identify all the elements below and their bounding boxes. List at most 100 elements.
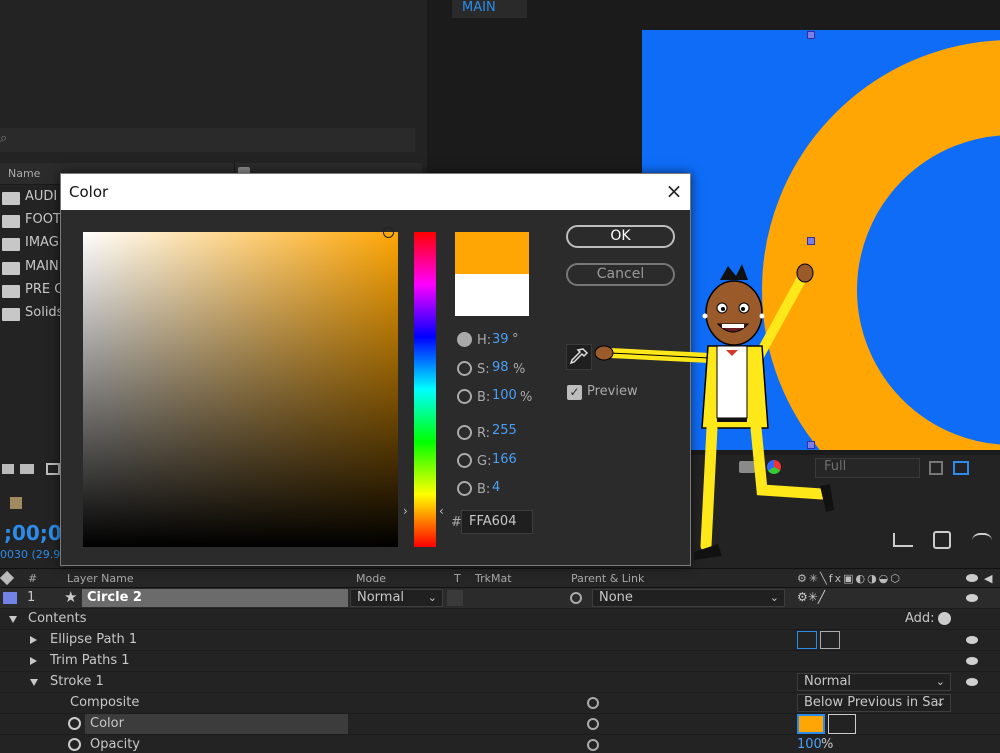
- visibility-eye-icon[interactable]: [966, 678, 978, 686]
- chevron-down-icon: ⌄: [427, 591, 437, 604]
- pick-whip-icon[interactable]: [587, 697, 599, 709]
- green-radio[interactable]: [457, 453, 472, 468]
- folder-icon: [2, 215, 20, 228]
- expand-triangle-icon[interactable]: [30, 679, 38, 686]
- opacity-value[interactable]: 100: [797, 737, 822, 752]
- folder-icon: [2, 192, 20, 205]
- eyedropper-button[interactable]: [566, 344, 592, 370]
- label-column-icon: [0, 570, 15, 586]
- stroke-label: Stroke 1: [50, 674, 104, 689]
- red-radio[interactable]: [457, 425, 472, 440]
- video-visibility-icon: [966, 574, 978, 582]
- brightness-label: B:: [477, 390, 491, 405]
- blue-radio[interactable]: [457, 481, 472, 496]
- trim-paths-row[interactable]: Trim Paths 1: [0, 651, 1000, 672]
- bounding-handle-top[interactable]: [807, 31, 815, 39]
- saturation-value[interactable]: 98: [492, 360, 509, 375]
- ellipse-path-label: Ellipse Path 1: [50, 632, 138, 647]
- layer-visibility-eye-icon[interactable]: [966, 594, 978, 602]
- color-property-row[interactable]: Color: [0, 714, 1000, 735]
- hue-slider-arrow-left-icon[interactable]: ›: [403, 504, 408, 518]
- collapsed-triangle-icon[interactable]: [30, 657, 37, 665]
- stopwatch-icon[interactable]: [68, 717, 81, 730]
- hue-label: H:: [477, 333, 492, 348]
- composite-row[interactable]: Composite Below Previous in Sar ⌄: [0, 693, 1000, 714]
- label-color-swatch[interactable]: [3, 592, 17, 604]
- new-folder-icon[interactable]: [20, 464, 34, 474]
- hex-color-input[interactable]: FFA604: [461, 510, 533, 534]
- layer-name-column-header[interactable]: Layer Name: [67, 572, 134, 585]
- region-of-interest-icon[interactable]: [929, 461, 943, 475]
- expand-triangle-icon[interactable]: [9, 616, 17, 623]
- path-direction-icon[interactable]: [797, 631, 817, 649]
- add-menu-icon[interactable]: [938, 612, 951, 625]
- ellipse-path-row[interactable]: Ellipse Path 1: [0, 630, 1000, 651]
- project-item-images[interactable]: IMAG: [0, 233, 60, 255]
- hue-slider-arrow-right-icon[interactable]: ‹: [439, 504, 444, 518]
- color-field-cursor[interactable]: [383, 227, 394, 238]
- interpret-footage-icon[interactable]: [2, 464, 14, 474]
- blue-label: B:: [477, 482, 491, 497]
- layer-switches-icons[interactable]: ⚙✳╱: [797, 590, 825, 604]
- composite-dropdown[interactable]: Below Previous in Sar ⌄: [797, 694, 951, 712]
- blend-mode-dropdown[interactable]: Normal ⌄: [350, 589, 443, 607]
- visibility-eye-icon[interactable]: [966, 657, 978, 665]
- toggle-switches-icon[interactable]: [893, 533, 913, 547]
- hue-value[interactable]: 39: [492, 332, 509, 347]
- layer-name: Circle 2: [87, 590, 142, 605]
- project-item-solids[interactable]: Solids: [0, 303, 63, 325]
- pick-whip-icon[interactable]: [570, 592, 582, 604]
- hue-slider[interactable]: [414, 232, 436, 547]
- color-eyedropper-icon[interactable]: [828, 714, 856, 734]
- trkmat-dropdown[interactable]: [447, 590, 463, 606]
- bounding-handle-middle[interactable]: [807, 237, 815, 245]
- stroke-row[interactable]: Stroke 1 Normal ⌄: [0, 672, 1000, 693]
- name-column-header[interactable]: Name: [8, 167, 40, 180]
- viewer-tab-main[interactable]: MAIN: [452, 0, 527, 18]
- stopwatch-icon[interactable]: [68, 738, 81, 751]
- eyedropper-icon: [569, 348, 589, 365]
- brightness-unit: %: [520, 390, 533, 405]
- red-label: R:: [477, 426, 491, 441]
- search-icon: ⌕: [0, 131, 8, 146]
- pick-whip-icon[interactable]: [587, 718, 599, 730]
- saturation-brightness-field[interactable]: [83, 232, 398, 547]
- opacity-property-row[interactable]: Opacity 100 %: [0, 735, 1000, 753]
- new-composition-icon[interactable]: [46, 463, 60, 475]
- project-item-precomps[interactable]: PRE C: [0, 280, 63, 302]
- hue-radio[interactable]: [457, 332, 472, 347]
- project-item-audio[interactable]: AUDI: [0, 187, 60, 209]
- motion-blur-icon[interactable]: [933, 531, 951, 549]
- parent-dropdown[interactable]: None ⌄: [592, 589, 785, 607]
- t-column-header: T: [454, 572, 461, 585]
- shape-layer-star-icon: ★: [64, 588, 78, 606]
- ok-button[interactable]: OK: [566, 225, 675, 248]
- brightness-radio[interactable]: [457, 389, 472, 404]
- project-item-footage[interactable]: FOOT: [0, 210, 61, 232]
- dialog-titlebar[interactable]: Color ×: [61, 174, 690, 210]
- green-value[interactable]: 166: [492, 452, 517, 467]
- saturation-radio[interactable]: [457, 361, 472, 376]
- contents-label: Contents: [28, 611, 87, 626]
- stroke-blend-mode-dropdown[interactable]: Normal ⌄: [797, 673, 951, 691]
- graph-editor-icon[interactable]: [972, 533, 992, 547]
- reverse-path-icon[interactable]: [820, 631, 840, 649]
- blue-value[interactable]: 4: [492, 480, 500, 495]
- saturation-label: S:: [477, 362, 490, 377]
- project-item-main[interactable]: MAIN: [0, 257, 60, 279]
- transparency-grid-icon[interactable]: [953, 461, 969, 475]
- close-icon[interactable]: ×: [661, 178, 687, 204]
- original-color-swatch[interactable]: [455, 274, 529, 316]
- color-swatch[interactable]: [797, 714, 825, 734]
- red-value[interactable]: 255: [492, 423, 517, 438]
- collapsed-triangle-icon[interactable]: [30, 636, 37, 644]
- preview-checkbox[interactable]: ✓: [567, 385, 582, 400]
- layer-row-circle-2[interactable]: 1 ★ Circle 2 Normal ⌄ None ⌄ ⚙✳╱: [0, 588, 1000, 609]
- contents-row[interactable]: Contents Add:: [0, 609, 1000, 630]
- brightness-value[interactable]: 100: [492, 388, 517, 403]
- pick-whip-icon[interactable]: [587, 739, 599, 751]
- visibility-eye-icon[interactable]: [966, 636, 978, 644]
- folder-icon: [2, 285, 20, 298]
- opacity-property-label: Opacity: [90, 737, 141, 752]
- project-search-input[interactable]: ⌕: [0, 128, 415, 152]
